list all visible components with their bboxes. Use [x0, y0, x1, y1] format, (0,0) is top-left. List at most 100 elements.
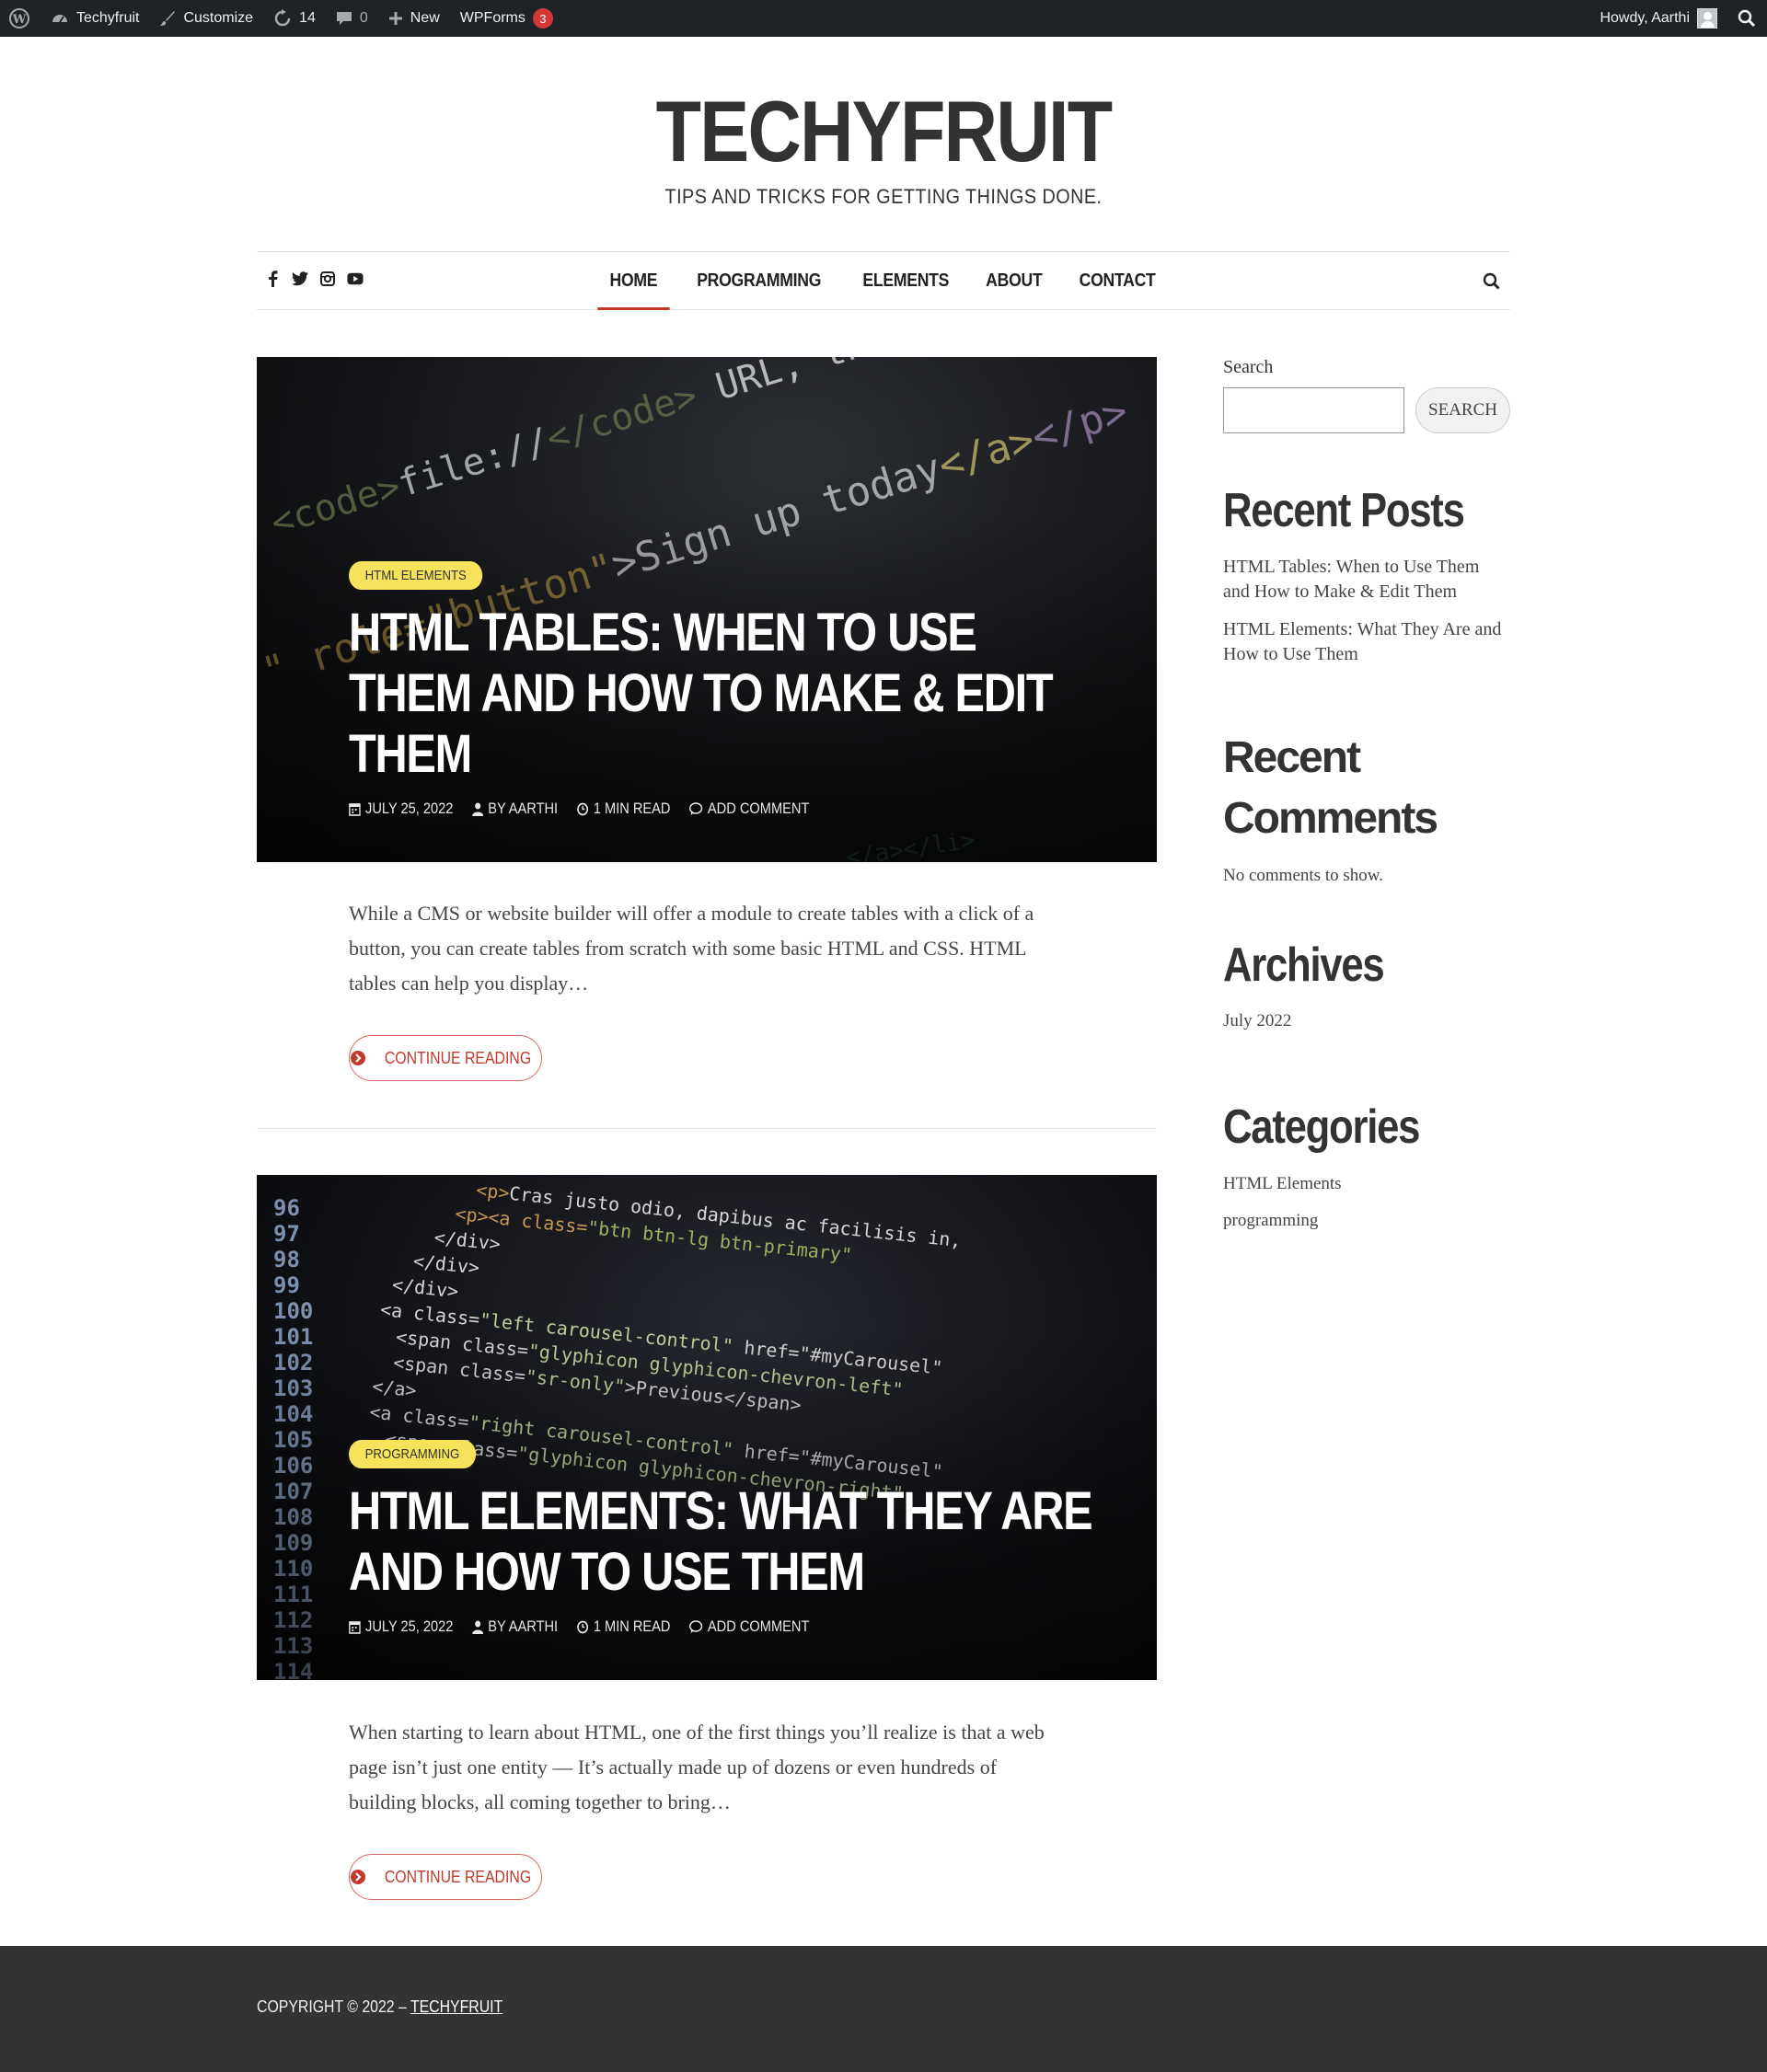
calendar-icon — [349, 802, 361, 816]
copyright-text: COPYRIGHT © 2022 – — [257, 1997, 407, 2016]
instagram-icon[interactable] — [319, 271, 336, 287]
no-comments-text: No comments to show. — [1223, 866, 1383, 885]
facebook-icon[interactable] — [264, 271, 281, 287]
post-meta: JULY 25, 2022 BY AARTHI 1 MIN READ ADD C… — [349, 800, 809, 818]
admin-wpforms[interactable]: WPForms 3 — [450, 0, 563, 37]
nav-search-icon[interactable] — [1483, 272, 1501, 291]
post-featured-image[interactable]: 9697989910010110210310410510610710810911… — [257, 1175, 1157, 1680]
nav-item-elements[interactable]: ELEMENTS — [850, 252, 961, 309]
site-footer: COPYRIGHT © 2022 – TECHYFRUIT — [0, 1946, 1767, 2072]
archives-title: Archives — [1223, 938, 1385, 992]
post-author[interactable]: BY AARTHI — [472, 1617, 558, 1636]
post-excerpt: When starting to learn about HTML, one o… — [349, 1721, 1045, 1813]
continue-reading-label: CONTINUE READING — [384, 1867, 532, 1886]
post-read-time: 1 MIN READ — [577, 1617, 671, 1636]
paintbrush-icon — [160, 11, 176, 26]
post-hero-content: PROGRAMMING HTML ELEMENTS: WHAT THEY ARE… — [349, 1440, 1103, 1636]
admin-bar: W Techyfruit Customize 14 0 New WPForms … — [0, 0, 1767, 37]
post-date-label: JULY 25, 2022 — [365, 1617, 454, 1635]
footer-site-link[interactable]: TECHYFRUIT — [410, 1997, 502, 2016]
post-date[interactable]: JULY 25, 2022 — [349, 1617, 453, 1636]
post-read-time-label: 1 MIN READ — [593, 1617, 671, 1635]
recent-posts-title: Recent Posts — [1223, 484, 1465, 537]
admin-site-name[interactable]: Techyfruit — [40, 0, 149, 37]
recent-post-link[interactable]: HTML Elements: What They Are and How to … — [1223, 617, 1510, 667]
post-author-label: BY AARTHI — [488, 1617, 559, 1635]
post-featured-image[interactable]: <code>file://</code> URL, the "next " ro… — [257, 357, 1157, 862]
social-links — [264, 271, 364, 287]
nav-item-contact[interactable]: CONTACT — [1067, 252, 1167, 309]
nav-item-about[interactable]: ABOUT — [974, 252, 1055, 309]
continue-reading-button[interactable]: CONTINUE READING — [349, 1035, 542, 1081]
post-divider — [257, 1128, 1157, 1129]
post-add-comment[interactable]: ADD COMMENT — [689, 800, 809, 818]
clock-icon — [577, 1620, 589, 1633]
arrow-circle-right-icon — [351, 1051, 365, 1065]
recent-post-link[interactable]: HTML Tables: When to Use Them and How to… — [1223, 555, 1510, 604]
twitter-icon[interactable] — [292, 271, 308, 287]
category-link[interactable]: HTML Elements — [1223, 1171, 1510, 1196]
post-hero-content: HTML ELEMENTS HTML TABLES: WHEN TO USE T… — [349, 561, 1103, 818]
comments-icon — [689, 1619, 703, 1633]
user-icon — [472, 1620, 484, 1634]
admin-wpforms-label: WPForms — [459, 10, 525, 26]
dashboard-icon — [52, 15, 67, 23]
main-navigation: HOME PROGRAMMING ELEMENTS ABOUT CONTACT — [257, 251, 1510, 310]
post-read-time: 1 MIN READ — [577, 800, 671, 818]
post-meta: JULY 25, 2022 BY AARTHI 1 MIN READ ADD C… — [349, 1617, 809, 1636]
admin-comments-count: 0 — [359, 10, 368, 26]
continue-reading-label: CONTINUE READING — [384, 1048, 532, 1067]
admin-customize[interactable]: Customize — [149, 0, 263, 37]
plus-icon — [388, 12, 402, 25]
post-date[interactable]: JULY 25, 2022 — [349, 800, 453, 818]
site-tagline: TIPS AND TRICKS FOR GETTING THINGS DONE. — [664, 185, 1103, 208]
clock-icon — [577, 802, 589, 815]
youtube-icon[interactable] — [347, 271, 364, 287]
admin-comments[interactable]: 0 — [326, 0, 378, 37]
calendar-icon — [349, 1620, 361, 1634]
post-author-label: BY AARTHI — [488, 800, 559, 817]
nav-item-programming[interactable]: PROGRAMMING — [685, 252, 833, 309]
svg-text:W: W — [12, 13, 27, 27]
arrow-circle-right-icon — [351, 1870, 365, 1884]
nav-item-home[interactable]: HOME — [597, 252, 670, 310]
admin-search-icon[interactable] — [1727, 0, 1767, 37]
post-title[interactable]: HTML TABLES: WHEN TO USE THEM AND HOW TO… — [349, 603, 1106, 785]
footer-copyright: COPYRIGHT © 2022 – TECHYFRUIT — [257, 1997, 502, 2017]
post-add-comment[interactable]: ADD COMMENT — [689, 1617, 809, 1636]
admin-updates-count: 14 — [299, 10, 316, 26]
wpforms-notification-badge: 3 — [532, 8, 553, 29]
search-label: Search — [1223, 357, 1274, 377]
avatar — [1697, 8, 1717, 29]
post-excerpt: While a CMS or website builder will offe… — [349, 902, 1034, 995]
admin-updates[interactable]: 14 — [263, 0, 326, 37]
primary-menu: HOME PROGRAMMING ELEMENTS ABOUT CONTACT — [257, 252, 1510, 310]
post-category-badge[interactable]: PROGRAMMING — [349, 1440, 476, 1468]
admin-new[interactable]: New — [378, 0, 450, 37]
comments-icon — [689, 801, 703, 815]
admin-site-name-label: Techyfruit — [76, 10, 140, 26]
post-author[interactable]: BY AARTHI — [472, 800, 558, 818]
post-read-time-label: 1 MIN READ — [593, 800, 671, 817]
comment-icon — [336, 12, 352, 25]
post-add-comment-label: ADD COMMENT — [707, 1617, 810, 1635]
post-title[interactable]: HTML ELEMENTS: WHAT THEY ARE AND HOW TO … — [349, 1481, 1106, 1603]
admin-account[interactable]: Howdy, Aarthi — [1589, 0, 1727, 37]
search-button[interactable]: SEARCH — [1415, 387, 1510, 433]
search-input[interactable] — [1223, 387, 1404, 433]
admin-new-label: New — [410, 10, 440, 26]
admin-customize-label: Customize — [183, 10, 254, 26]
recent-comments-title: Recent Comments — [1223, 733, 1438, 843]
admin-howdy: Howdy, Aarthi — [1600, 10, 1690, 26]
site-title[interactable]: TECHYFRUIT — [123, 81, 1643, 182]
category-link[interactable]: programming — [1223, 1208, 1510, 1233]
post-category-badge[interactable]: HTML ELEMENTS — [349, 561, 483, 590]
post-add-comment-label: ADD COMMENT — [707, 800, 810, 817]
user-icon — [472, 802, 484, 816]
wordpress-logo-icon[interactable]: W — [0, 0, 40, 37]
updates-icon — [274, 9, 291, 27]
categories-title: Categories — [1223, 1100, 1420, 1154]
post-date-label: JULY 25, 2022 — [365, 800, 454, 817]
continue-reading-button[interactable]: CONTINUE READING — [349, 1854, 542, 1900]
archive-link[interactable]: July 2022 — [1223, 1008, 1510, 1033]
